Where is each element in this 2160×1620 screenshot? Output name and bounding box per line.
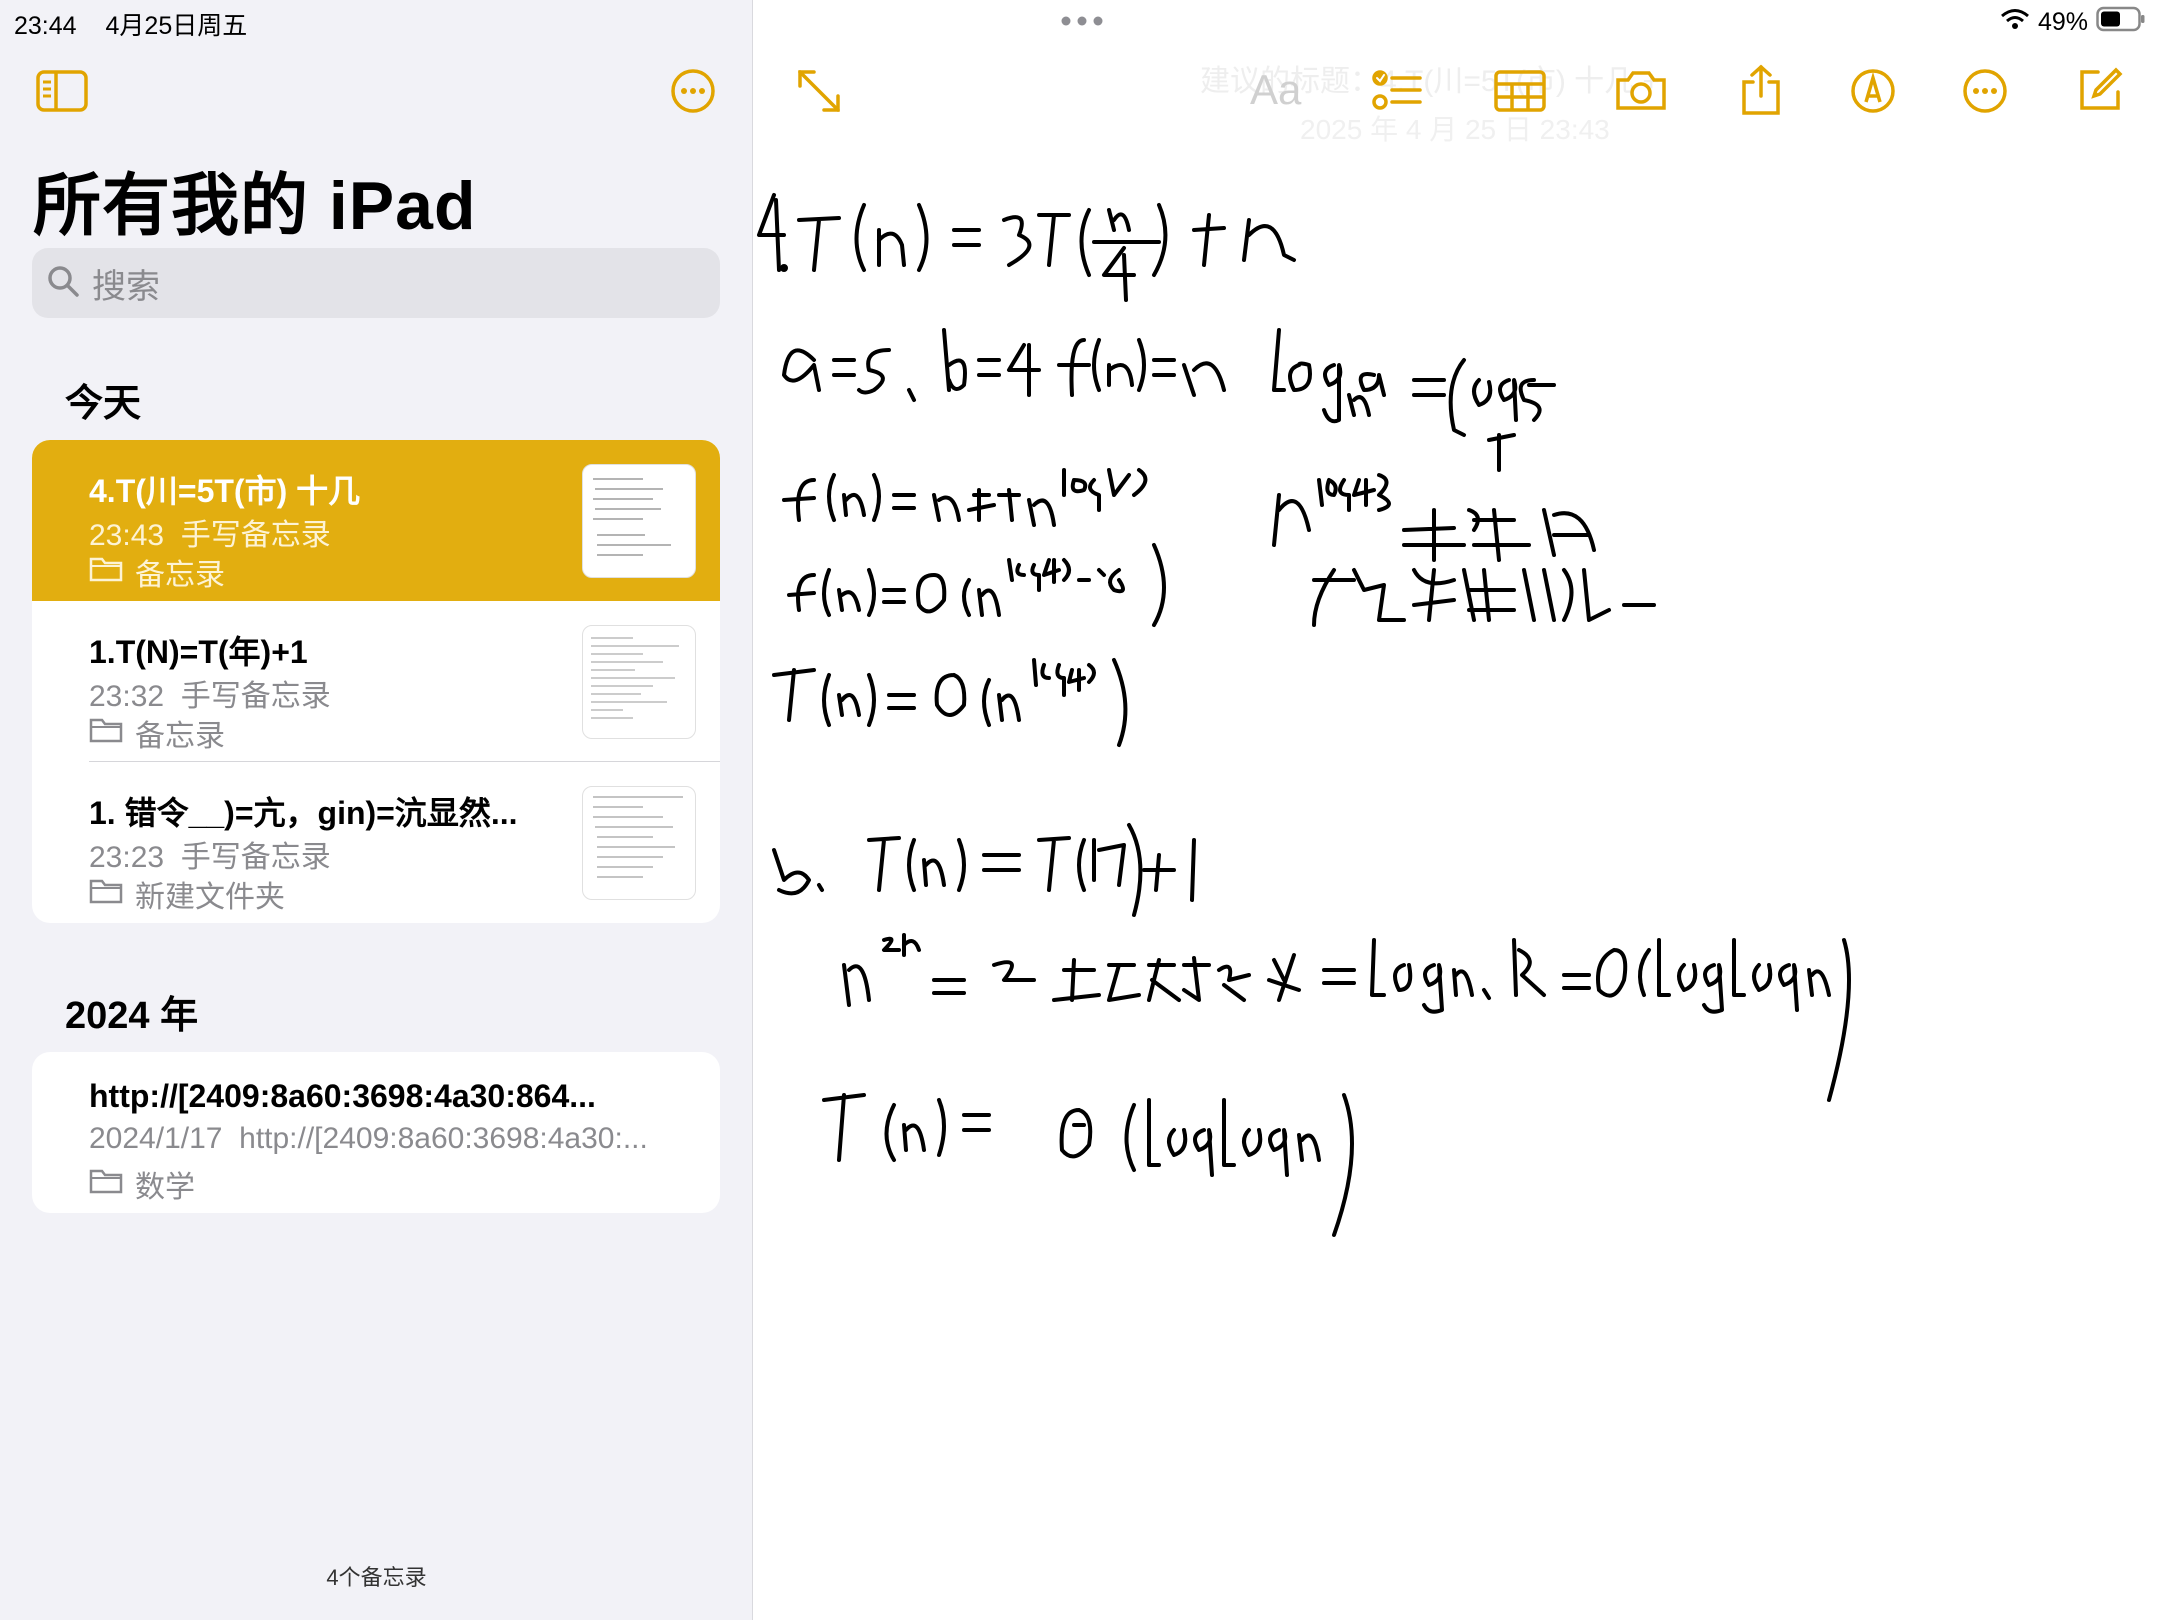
note-row[interactable]: http://[2409:8a60:3698:4a30:864... 2024/… (32, 1052, 720, 1213)
search-placeholder: 搜索 (92, 267, 160, 306)
note-folder: 备忘录 (89, 550, 225, 594)
camera-icon[interactable] (1614, 68, 1668, 117)
note-row[interactable]: 1.T(N)=T(年)+1 23:32 手写备忘录 备忘录 (32, 601, 720, 762)
note-title: 1.T(N)=T(年)+1 (89, 634, 308, 670)
handwriting-line-4 (787, 543, 1656, 627)
note-thumbnail (582, 786, 696, 900)
notes-sidebar: 23:44 4月25日周五 所有我的 iPad 搜索 今天 4.T(川=5T(市… (0, 0, 753, 1620)
wifi-icon (2000, 7, 2030, 38)
notes-group-2024: http://[2409:8a60:3698:4a30:864... 2024/… (32, 1052, 720, 1213)
note-row-selected[interactable]: 4.T(川=5T(市) 十几 23:43 手写备忘录 备忘录 (32, 440, 720, 601)
note-count: 4个备忘录 (326, 1565, 427, 1590)
battery-percent: 49% (2037, 8, 2088, 36)
note-title: http://[2409:8a60:3698:4a30:864... (89, 1078, 596, 1114)
note-meta: 2024/1/17 http://[2409:8a60:3698:4a30:..… (89, 1122, 648, 1155)
note-row[interactable]: 1. 错令__)=亢，gin)=沆显然... 23:23 手写备忘录 新建文件夹 (32, 762, 720, 923)
status-date: 4月25日周五 (105, 12, 248, 40)
section-header-2024: 2024 年 (65, 995, 199, 1037)
search-input[interactable]: 搜索 (32, 248, 720, 318)
page-title: 所有我的 iPad (33, 168, 477, 244)
note-thumbnail (582, 464, 696, 578)
handwriting-line-5 (772, 658, 1128, 747)
section-header-today: 今天 (65, 383, 142, 425)
handwriting-canvas[interactable] (754, 150, 2160, 1250)
status-bar-left: 23:44 4月25日周五 (14, 6, 269, 42)
note-folder: 数学 (89, 1162, 195, 1206)
format-button[interactable]: Aa (1250, 66, 1301, 114)
handwriting-line-2 (782, 328, 1556, 472)
note-date: 2025 年 4 月 25 日 23:43 (1300, 114, 1610, 145)
expand-icon[interactable] (796, 68, 842, 119)
sidebar-toggle-icon[interactable] (36, 70, 88, 117)
more-icon[interactable] (670, 68, 716, 119)
note-folder: 新建文件夹 (89, 872, 285, 916)
notes-group-today: 4.T(川=5T(市) 十几 23:43 手写备忘录 备忘录 1.T(N)=T(… (32, 440, 720, 923)
folder-icon (89, 715, 123, 751)
handwriting-line-6 (772, 823, 1196, 917)
folder-icon (89, 876, 123, 912)
status-bar-right: 49% (2000, 6, 2146, 39)
note-title: 1. 错令__)=亢，gin)=沆显然... (89, 795, 518, 831)
note-folder: 备忘录 (89, 711, 225, 755)
note-thumbnail (582, 625, 696, 739)
handwriting-line-1 (757, 193, 1296, 302)
folder-icon (89, 554, 123, 590)
markup-icon[interactable] (1850, 68, 1896, 119)
more-options-icon[interactable] (1962, 68, 2008, 119)
share-icon[interactable] (1740, 64, 1782, 121)
note-title: 4.T(川=5T(市) 十几 (89, 473, 361, 509)
table-icon[interactable] (1494, 70, 1546, 117)
checklist-icon[interactable] (1372, 68, 1422, 119)
folder-icon (89, 1166, 123, 1202)
compose-icon[interactable] (2076, 66, 2124, 119)
handwriting-line-7 (842, 933, 1851, 1102)
battery-icon (2096, 6, 2146, 39)
multitasking-dots-icon[interactable] (1058, 14, 1106, 32)
status-time: 23:44 (14, 12, 77, 40)
handwriting-line-8 (822, 1093, 1354, 1237)
search-icon (46, 264, 80, 303)
handwriting-line-3 (782, 468, 1596, 562)
